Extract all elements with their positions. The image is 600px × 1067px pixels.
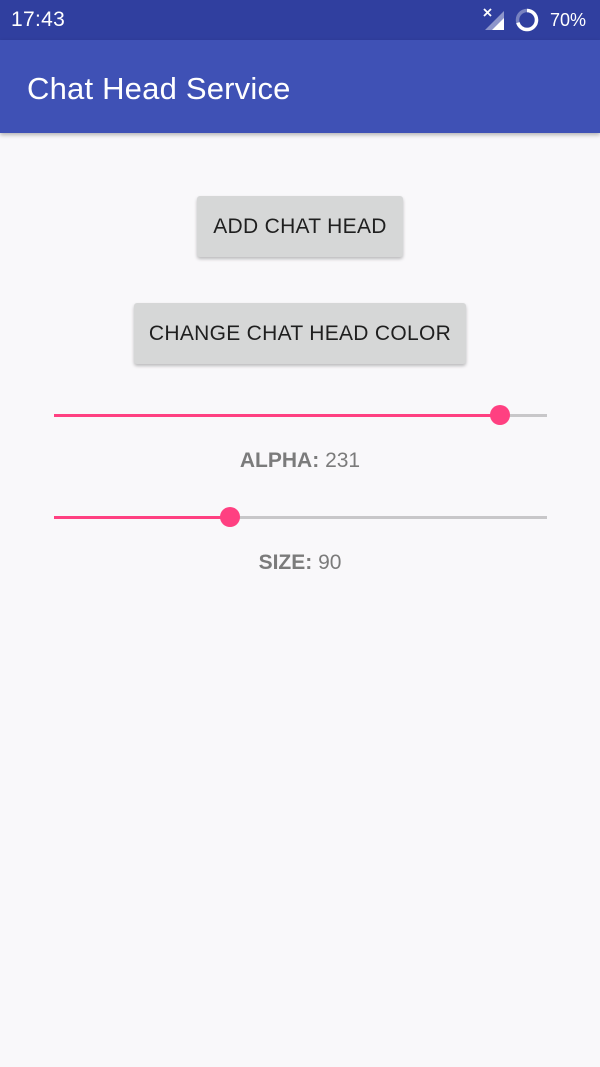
alpha-slider-fill <box>54 414 501 417</box>
status-bar: 17:43 70% <box>0 0 600 40</box>
signal-no-service-icon <box>482 8 506 32</box>
alpha-value-label: ALPHA: 231 <box>0 449 600 473</box>
app-bar: Chat Head Service <box>0 40 600 133</box>
change-chat-head-color-button[interactable]: CHANGE CHAT HEAD COLOR <box>134 303 466 364</box>
alpha-slider-thumb[interactable] <box>490 405 511 425</box>
battery-ring-icon <box>514 7 540 33</box>
size-slider-thumb[interactable] <box>220 507 241 527</box>
page-title: Chat Head Service <box>27 71 291 106</box>
size-slider-track[interactable] <box>54 516 547 519</box>
alpha-slider[interactable] <box>54 404 547 426</box>
status-time: 17:43 <box>11 8 66 31</box>
alpha-label: ALPHA: <box>239 449 320 472</box>
size-value: 90 <box>318 551 342 574</box>
add-chat-head-button[interactable]: ADD CHAT HEAD <box>197 196 403 257</box>
alpha-value: 231 <box>325 449 361 472</box>
size-label: SIZE: <box>258 551 313 574</box>
battery-percent: 70% <box>549 9 586 30</box>
size-value-label: SIZE: 90 <box>0 551 600 575</box>
size-slider[interactable] <box>54 506 547 528</box>
size-slider-fill <box>54 516 231 519</box>
status-icons: 70% <box>482 8 586 32</box>
alpha-slider-track[interactable] <box>54 414 547 417</box>
